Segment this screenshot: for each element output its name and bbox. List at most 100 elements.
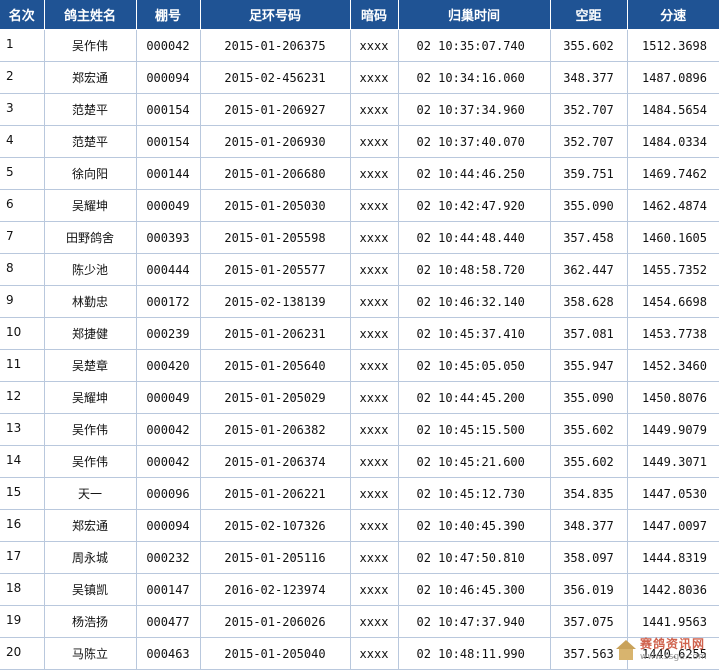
cell-secret-code: xxxx: [350, 381, 399, 414]
cell-distance: 362.447: [550, 253, 628, 286]
cell-owner-name: 吴作伟: [44, 445, 137, 478]
cell-owner-name: 吴耀坤: [44, 381, 137, 414]
cell-secret-code: xxxx: [350, 189, 399, 222]
cell-loft-number: 000096: [136, 477, 201, 510]
cell-loft-number: 000239: [136, 317, 201, 350]
cell-rank: 14: [0, 445, 45, 478]
cell-arrival-time: 02 10:47:37.940: [398, 605, 551, 638]
cell-ring-number: 2015-01-206927: [200, 93, 351, 126]
header-ring-number: 足环号码: [200, 0, 351, 30]
table-row: 7 田野鸽舍 000393 2015-01-205598 xxxx 02 10:44:48…: [0, 221, 719, 254]
cell-loft-number: 000042: [136, 29, 201, 62]
cell-arrival-time: 02 10:45:37.410: [398, 317, 551, 350]
cell-secret-code: xxxx: [350, 29, 399, 62]
cell-distance: 355.602: [550, 413, 628, 446]
results-body: 1 吴作伟 000042 2015-01-206375 xxxx 02 10:35:07.…: [0, 29, 719, 670]
cell-ring-number: 2015-02-456231: [200, 61, 351, 94]
table-row: 19 杨浩扬 000477 2015-01-206026 xxxx 02 10:47:37…: [0, 605, 719, 638]
cell-rank: 7: [0, 221, 45, 254]
cell-speed: 1442.8036: [627, 573, 719, 606]
cell-arrival-time: 02 10:45:15.500: [398, 413, 551, 446]
cell-arrival-time: 02 10:46:32.140: [398, 285, 551, 318]
cell-rank: 17: [0, 541, 45, 574]
cell-speed: 1449.3071: [627, 445, 719, 478]
cell-owner-name: 田野鸽舍: [44, 221, 137, 254]
cell-rank: 16: [0, 509, 45, 542]
cell-loft-number: 000444: [136, 253, 201, 286]
table-row: 1 吴作伟 000042 2015-01-206375 xxxx 02 10:35:07.…: [0, 29, 719, 62]
cell-rank: 2: [0, 61, 45, 94]
cell-distance: 355.090: [550, 381, 628, 414]
cell-ring-number: 2015-01-205040: [200, 637, 351, 670]
cell-speed: 1444.8319: [627, 541, 719, 574]
cell-loft-number: 000463: [136, 637, 201, 670]
cell-owner-name: 吴耀坤: [44, 189, 137, 222]
cell-owner-name: 吴楚章: [44, 349, 137, 382]
cell-speed: 1484.5654: [627, 93, 719, 126]
cell-ring-number: 2015-02-107326: [200, 509, 351, 542]
cell-speed: 1450.8076: [627, 381, 719, 414]
cell-loft-number: 000154: [136, 125, 201, 158]
cell-ring-number: 2015-01-206221: [200, 477, 351, 510]
cell-ring-number: 2015-01-205030: [200, 189, 351, 222]
cell-distance: 355.090: [550, 189, 628, 222]
cell-secret-code: xxxx: [350, 221, 399, 254]
cell-loft-number: 000147: [136, 573, 201, 606]
cell-loft-number: 000042: [136, 445, 201, 478]
cell-owner-name: 周永城: [44, 541, 137, 574]
table-row: 6 吴耀坤 000049 2015-01-205030 xxxx 02 10:42:47.…: [0, 189, 719, 222]
cell-owner-name: 吴作伟: [44, 29, 137, 62]
cell-secret-code: xxxx: [350, 477, 399, 510]
cell-rank: 5: [0, 157, 45, 190]
cell-ring-number: 2015-01-206930: [200, 125, 351, 158]
cell-distance: 352.707: [550, 125, 628, 158]
cell-arrival-time: 02 10:44:46.250: [398, 157, 551, 190]
table-row: 14 吴作伟 000042 2015-01-206374 xxxx 02 10:45:21…: [0, 445, 719, 478]
cell-arrival-time: 02 10:37:40.070: [398, 125, 551, 158]
header-loft-number: 棚号: [136, 0, 201, 30]
table-row: 10 郑捷健 000239 2015-01-206231 xxxx 02 10:45:37…: [0, 317, 719, 350]
cell-owner-name: 陈少池: [44, 253, 137, 286]
table-row: 4 范楚平 000154 2015-01-206930 xxxx 02 10:37:40.…: [0, 125, 719, 158]
cell-ring-number: 2015-01-205640: [200, 349, 351, 382]
cell-arrival-time: 02 10:44:45.200: [398, 381, 551, 414]
cell-loft-number: 000393: [136, 221, 201, 254]
header-owner-name: 鸽主姓名: [44, 0, 137, 30]
cell-secret-code: xxxx: [350, 445, 399, 478]
cell-secret-code: xxxx: [350, 125, 399, 158]
cell-arrival-time: 02 10:47:50.810: [398, 541, 551, 574]
cell-speed: 1462.4874: [627, 189, 719, 222]
race-results-table: 名次 鸽主姓名 棚号 足环号码 暗码 归巢时间 空距 分速 1 吴作伟 000042…: [0, 0, 719, 670]
cell-distance: 355.602: [550, 445, 628, 478]
cell-rank: 20: [0, 637, 45, 670]
cell-arrival-time: 02 10:45:05.050: [398, 349, 551, 382]
cell-loft-number: 000094: [136, 509, 201, 542]
cell-arrival-time: 02 10:46:45.300: [398, 573, 551, 606]
cell-distance: 358.097: [550, 541, 628, 574]
table-row: 3 范楚平 000154 2015-01-206927 xxxx 02 10:37:34.…: [0, 93, 719, 126]
cell-secret-code: xxxx: [350, 157, 399, 190]
cell-rank: 4: [0, 125, 45, 158]
cell-distance: 354.835: [550, 477, 628, 510]
cell-secret-code: xxxx: [350, 61, 399, 94]
cell-rank: 10: [0, 317, 45, 350]
table-row: 18 吴镇凯 000147 2016-02-123974 xxxx 02 10:46:45…: [0, 573, 719, 606]
cell-rank: 9: [0, 285, 45, 318]
cell-loft-number: 000049: [136, 381, 201, 414]
cell-secret-code: xxxx: [350, 541, 399, 574]
cell-ring-number: 2015-01-206231: [200, 317, 351, 350]
cell-ring-number: 2015-01-205116: [200, 541, 351, 574]
cell-distance: 359.751: [550, 157, 628, 190]
cell-distance: 356.019: [550, 573, 628, 606]
cell-loft-number: 000144: [136, 157, 201, 190]
cell-distance: 355.947: [550, 349, 628, 382]
table-row: 13 吴作伟 000042 2015-01-206382 xxxx 02 10:45:15…: [0, 413, 719, 446]
cell-owner-name: 吴镇凯: [44, 573, 137, 606]
header-rank: 名次: [0, 0, 45, 30]
cell-arrival-time: 02 10:48:58.720: [398, 253, 551, 286]
cell-owner-name: 徐向阳: [44, 157, 137, 190]
cell-rank: 19: [0, 605, 45, 638]
cell-loft-number: 000049: [136, 189, 201, 222]
header-speed: 分速: [627, 0, 719, 30]
cell-owner-name: 天一: [44, 477, 137, 510]
